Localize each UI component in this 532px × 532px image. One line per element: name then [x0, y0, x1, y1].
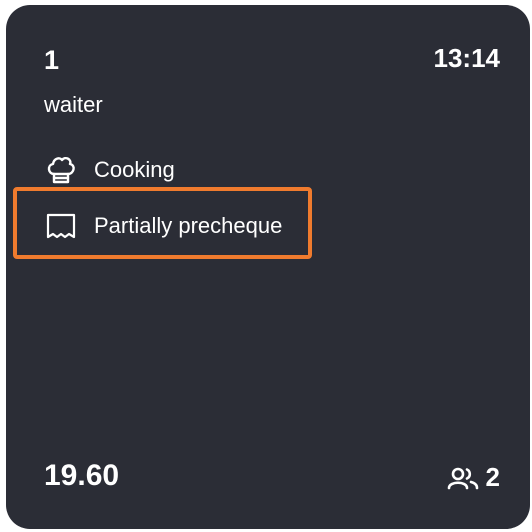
order-time: 13:14 [433, 43, 501, 73]
chef-hat-icon [44, 155, 78, 185]
order-card[interactable]: 1 13:14 waiter Cooking Partially precheq… [6, 5, 530, 529]
status-cooking: Cooking [44, 155, 175, 185]
guests-count: 2 [446, 462, 500, 493]
status-cooking-label: Cooking [94, 157, 175, 182]
table-number: 1 [44, 45, 60, 75]
order-total: 19.60 [44, 459, 120, 492]
waiter-name: waiter [44, 92, 103, 117]
guests-count-value: 2 [485, 462, 500, 492]
highlight-box [13, 187, 312, 259]
users-icon [446, 465, 480, 491]
